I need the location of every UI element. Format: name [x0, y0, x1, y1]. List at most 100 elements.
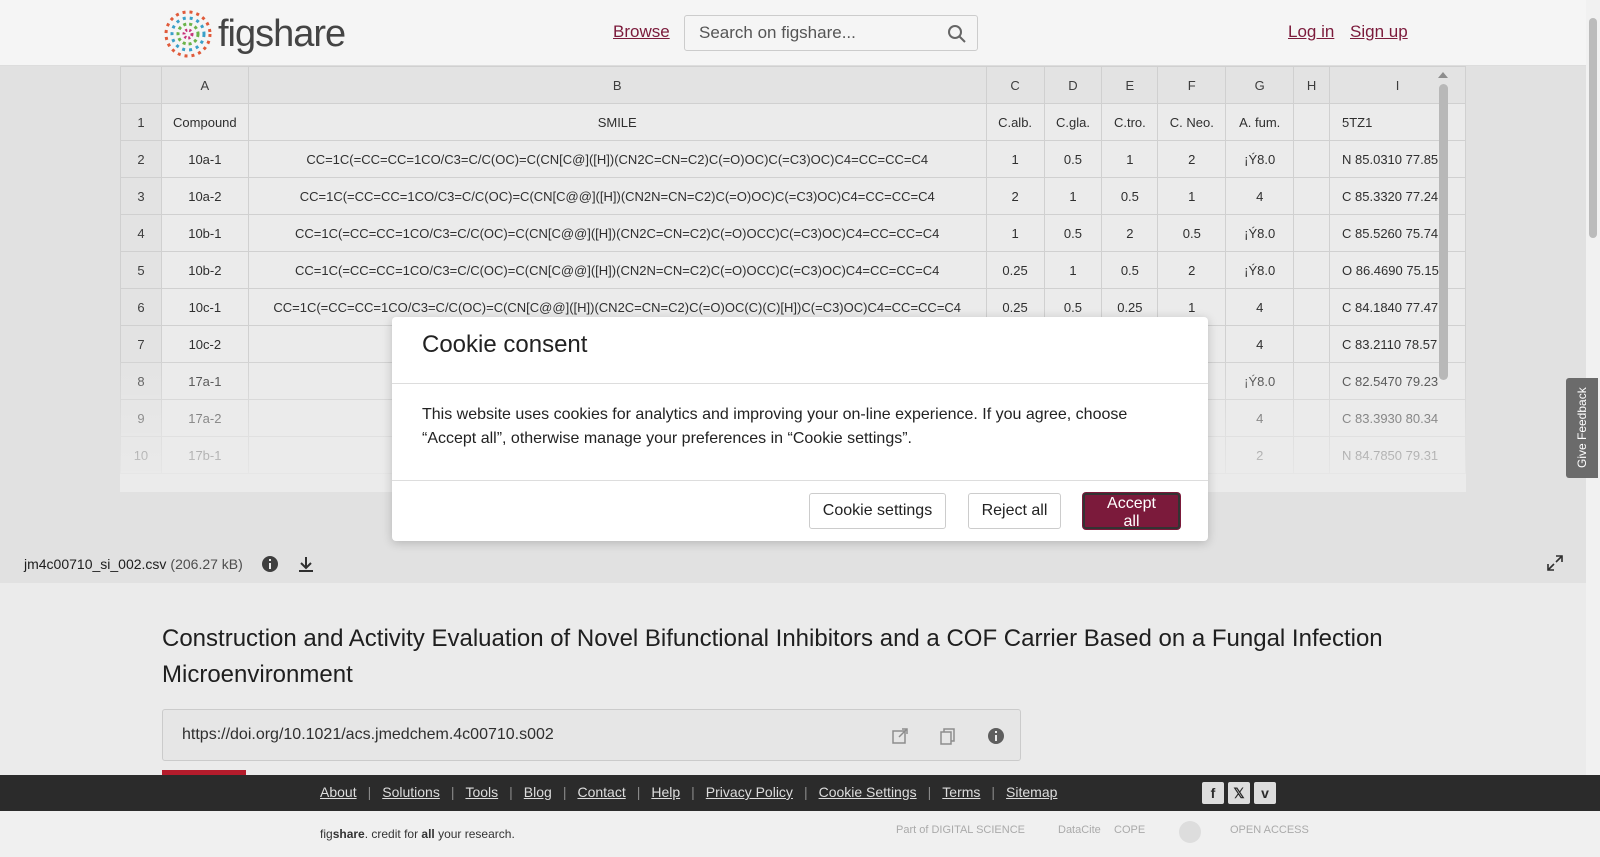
datacite-logo[interactable]: DataCite [1058, 824, 1101, 836]
search-input[interactable] [699, 23, 939, 43]
table-cell [1293, 436, 1331, 474]
footer-link[interactable]: Cookie Settings [819, 784, 917, 800]
table-scrollbar[interactable] [1435, 70, 1453, 490]
footer-link[interactable]: Sitemap [1006, 784, 1057, 800]
modal-body: This website uses cookies for analytics … [422, 406, 1128, 447]
footer-separator: | [636, 784, 641, 800]
open-access-logo[interactable]: OPEN ACCESS [1230, 824, 1309, 836]
column-header: C [985, 66, 1045, 104]
table-cell [1293, 251, 1331, 289]
footer-link[interactable]: Blog [524, 784, 552, 800]
doi-link[interactable]: https://doi.org/10.1021/acs.jmedchem.4c0… [182, 726, 554, 744]
table-cell: 2 [1157, 140, 1227, 178]
vimeo-icon[interactable]: v [1254, 782, 1276, 804]
table-cell: C. Neo. [1157, 103, 1227, 141]
table-cell: 2 [1157, 251, 1227, 289]
footer-link[interactable]: Contact [577, 784, 625, 800]
table-cell: 4 [1225, 399, 1295, 437]
column-header: B [247, 66, 987, 104]
fullscreen-icon[interactable] [1547, 555, 1563, 571]
tagline-all: all [421, 827, 435, 841]
table-cell: CC=1C(=CC=CC=1CO/C3=C/C(OC)=C(CN[C@]([H]… [247, 140, 987, 178]
table-cell [1293, 325, 1331, 363]
row-number: 4 [120, 214, 162, 252]
table-row: 4 10b-1 CC=1C(=CC=CC=1CO/C3=C/C(OC)=C(CN[C… [120, 214, 1466, 252]
x-twitter-icon[interactable]: 𝕏 [1228, 782, 1250, 804]
column-header-row: ABCDEFGHI [120, 66, 1466, 104]
table-cell [1293, 288, 1331, 326]
table-cell: 10a-1 [160, 140, 249, 178]
external-link-icon[interactable] [891, 727, 909, 745]
table-cell: 0.5 [1101, 177, 1159, 215]
search-icon[interactable] [947, 24, 967, 44]
doi-info-icon[interactable] [987, 727, 1005, 745]
column-header: D [1043, 66, 1103, 104]
digital-science-logo[interactable]: Part of DIGITAL SCIENCE [896, 824, 1025, 836]
file-size: (206.27 kB) [170, 556, 243, 572]
table-cell: C.gla. [1043, 103, 1103, 141]
table-cell: 1 [985, 140, 1045, 178]
tagline-end: your research. [434, 827, 515, 841]
column-header: A [160, 66, 249, 104]
footer-link[interactable]: Solutions [382, 784, 440, 800]
modal-divider [392, 480, 1208, 481]
copy-icon[interactable] [939, 727, 957, 745]
footer-link[interactable]: Privacy Policy [706, 784, 793, 800]
table-cell [1293, 140, 1331, 178]
row-number: 1 [120, 103, 162, 141]
figshare-logo-icon [164, 10, 212, 58]
row-number: 7 [120, 325, 162, 363]
table-row: 1 Compound SMILE C.alb. C.gla. C.tro. C. Neo. A… [120, 103, 1466, 141]
table-cell: 10c-2 [160, 325, 249, 363]
table-cell: ¡Ý8.0 [1225, 362, 1295, 400]
table-scroll-thumb[interactable] [1439, 84, 1448, 380]
browse-link[interactable]: Browse [613, 22, 670, 42]
table-cell: 10c-1 [160, 288, 249, 326]
table-cell: ¡Ý8.0 [1225, 214, 1295, 252]
cookie-consent-dialog: Cookie consent This website uses cookies… [392, 317, 1208, 541]
footer-link[interactable]: Help [651, 784, 680, 800]
table-row: 2 10a-1 CC=1C(=CC=CC=1CO/C3=C/C(OC)=C(CN[C… [120, 140, 1466, 178]
cookie-settings-button[interactable]: Cookie settings [809, 493, 946, 529]
badge-logo-icon[interactable] [1179, 821, 1201, 843]
footer-link[interactable]: Tools [465, 784, 498, 800]
accept-all-button[interactable]: Accept all [1083, 493, 1180, 530]
table-cell: 2 [985, 177, 1045, 215]
figshare-logo[interactable]: figshare [162, 8, 346, 60]
footer-link[interactable]: Terms [942, 784, 980, 800]
footer-link[interactable]: About [320, 784, 357, 800]
table-cell: 17b-1 [160, 436, 249, 474]
file-bar: jm4c00710_si_002.csv (206.27 kB) [0, 545, 1586, 583]
tagline-fig: fig [320, 827, 333, 841]
table-cell: 0.25 [985, 251, 1045, 289]
footer-separator: | [450, 784, 455, 800]
info-icon[interactable] [261, 555, 279, 573]
page-scroll-thumb[interactable] [1589, 18, 1597, 238]
login-link[interactable]: Log in [1288, 22, 1334, 42]
footer-separator: | [927, 784, 932, 800]
column-header [120, 66, 162, 104]
facebook-icon[interactable]: f [1202, 782, 1224, 804]
reject-all-button[interactable]: Reject all [968, 493, 1061, 529]
modal-divider [392, 383, 1208, 384]
table-cell: 17a-2 [160, 399, 249, 437]
scroll-up-icon[interactable] [1438, 72, 1448, 78]
table-row: 3 10a-2 CC=1C(=CC=CC=1CO/C3=C/C(OC)=C(CN[C… [120, 177, 1466, 215]
cope-logo[interactable]: COPE [1114, 824, 1145, 836]
table-cell: 2 [1225, 436, 1295, 474]
footer-separator: | [509, 784, 513, 800]
row-number: 6 [120, 288, 162, 326]
table-cell: ¡Ý8.0 [1225, 140, 1295, 178]
footer-separator: | [991, 784, 996, 800]
table-cell: C.alb. [985, 103, 1045, 141]
download-icon[interactable] [297, 555, 315, 573]
signup-link[interactable]: Sign up [1350, 22, 1408, 42]
search-box[interactable] [684, 15, 978, 51]
tagline-mid: . credit for [364, 827, 422, 841]
row-number: 3 [120, 177, 162, 215]
row-number: 2 [120, 140, 162, 178]
give-feedback-tab[interactable]: Give Feedback [1566, 378, 1598, 478]
table-cell: 0.5 [1043, 214, 1103, 252]
row-number: 5 [120, 251, 162, 289]
table-cell: 17a-1 [160, 362, 249, 400]
